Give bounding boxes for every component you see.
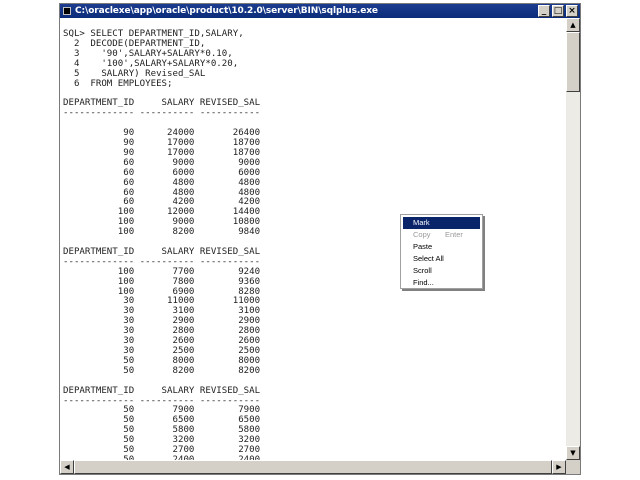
vertical-scroll-thumb[interactable] bbox=[566, 32, 580, 92]
vertical-scrollbar[interactable]: ▲ ▼ bbox=[566, 18, 580, 460]
window-controls: _ □ × bbox=[538, 5, 578, 17]
scroll-left-icon[interactable]: ◀ bbox=[60, 460, 74, 474]
menu-item-copy[interactable]: Copy Enter bbox=[401, 229, 482, 241]
horizontal-scrollbar[interactable]: ◀ ▶ bbox=[60, 460, 566, 474]
sqlplus-window[interactable]: C:\oraclexe\app\oracle\product\10.2.0\se… bbox=[59, 3, 581, 475]
menu-item-paste[interactable]: Paste bbox=[401, 241, 482, 253]
title-bar[interactable]: C:\oraclexe\app\oracle\product\10.2.0\se… bbox=[60, 4, 580, 18]
close-button[interactable]: × bbox=[566, 5, 578, 17]
console-output-area[interactable]: SQL> SELECT DEPARTMENT_ID,SALARY, 2 DECO… bbox=[60, 18, 566, 460]
context-menu: Mark Copy Enter Paste Select All Scroll F… bbox=[400, 214, 483, 289]
sql-console-text[interactable]: SQL> SELECT DEPARTMENT_ID,SALARY, 2 DECO… bbox=[63, 29, 260, 460]
console-app-icon[interactable] bbox=[63, 7, 71, 15]
scroll-right-icon[interactable]: ▶ bbox=[552, 460, 566, 474]
horizontal-scroll-thumb[interactable] bbox=[74, 460, 552, 474]
scrollbar-corner bbox=[566, 460, 580, 474]
maximize-button[interactable]: □ bbox=[552, 5, 564, 17]
scroll-down-icon[interactable]: ▼ bbox=[566, 446, 580, 460]
menu-item-scroll[interactable]: Scroll bbox=[401, 265, 482, 277]
menu-item-copy-shortcut: Enter bbox=[445, 230, 463, 239]
window-title: C:\oraclexe\app\oracle\product\10.2.0\se… bbox=[75, 6, 378, 16]
menu-item-select-all[interactable]: Select All bbox=[401, 253, 482, 265]
menu-item-find[interactable]: Find... bbox=[401, 277, 482, 289]
minimize-button[interactable]: _ bbox=[538, 5, 550, 17]
menu-item-copy-label: Copy bbox=[413, 230, 431, 239]
scroll-up-icon[interactable]: ▲ bbox=[566, 18, 580, 32]
menu-item-mark[interactable]: Mark bbox=[403, 217, 480, 229]
